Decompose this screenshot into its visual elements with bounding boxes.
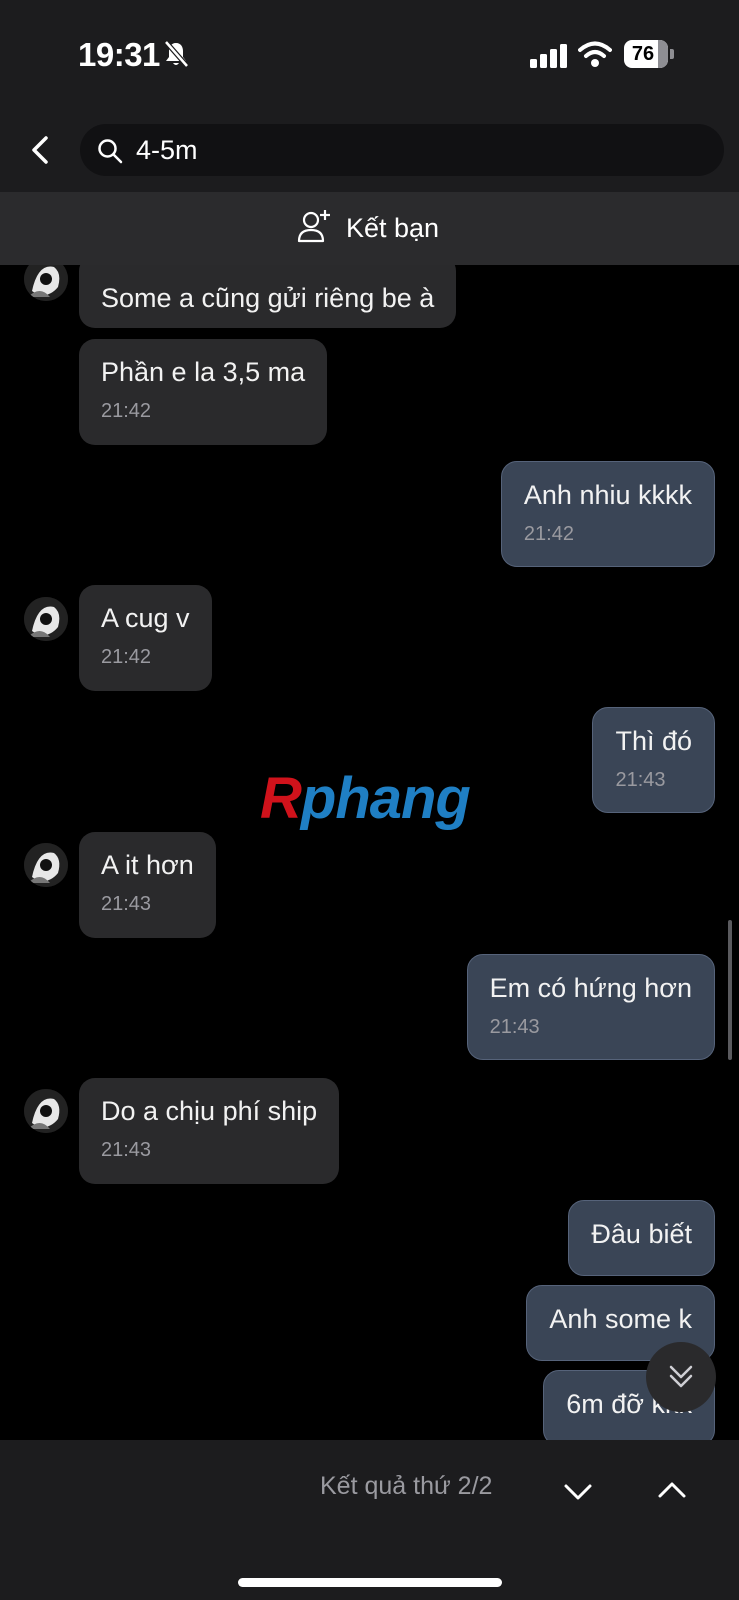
status-time: 19:31 bbox=[78, 36, 160, 73]
bell-slash-icon bbox=[163, 40, 189, 73]
message-time: 21:43 bbox=[615, 769, 666, 791]
chevron-down-icon bbox=[564, 1484, 592, 1500]
scrollbar[interactable] bbox=[728, 920, 732, 1060]
search-result-count: Kết quả thứ 2/2 bbox=[320, 1472, 493, 1500]
message-time: 21:42 bbox=[101, 400, 152, 422]
message-time: 21:43 bbox=[489, 1016, 540, 1038]
watermark-part1: R bbox=[260, 766, 302, 831]
search-input[interactable]: 4-5m bbox=[80, 124, 724, 176]
message-bubble[interactable]: A cug v 21:42 bbox=[79, 585, 212, 691]
message-bubble[interactable]: Em có hứng hơn 21:43 bbox=[466, 954, 715, 1060]
battery-icon: 76 bbox=[624, 40, 674, 68]
message-bubble[interactable]: Phần e la 3,5 ma 21:42 bbox=[79, 339, 328, 445]
message-text: Đâu biết bbox=[591, 1219, 692, 1249]
message-text: Thì đó bbox=[615, 726, 692, 756]
next-result-button[interactable] bbox=[558, 1472, 598, 1517]
search-icon bbox=[96, 137, 124, 170]
message-text: Phần e la 3,5 ma bbox=[101, 357, 306, 387]
chevron-up-icon bbox=[658, 1482, 686, 1498]
message-bubble[interactable]: Anh nhiu kkkk 21:42 bbox=[500, 461, 715, 567]
message-time: 21:42 bbox=[523, 523, 574, 545]
watermark-part2: phang bbox=[300, 766, 471, 831]
search-header: 4-5m bbox=[0, 110, 739, 192]
message-text: Em có hứng hơn bbox=[489, 973, 692, 1003]
message-bubble[interactable]: Đâu biết bbox=[568, 1200, 715, 1276]
wifi-icon bbox=[578, 40, 612, 73]
message-time: 21:43 bbox=[101, 1139, 152, 1161]
avatar[interactable] bbox=[24, 265, 68, 301]
add-friend-label: Kết bạn bbox=[346, 212, 440, 243]
message-bubble[interactable]: Thì đó 21:43 bbox=[592, 707, 715, 813]
message-bubble[interactable]: A it hơn 21:43 bbox=[79, 832, 216, 938]
add-friend-bar[interactable]: Kết bạn bbox=[0, 192, 739, 265]
message-time: 21:43 bbox=[101, 893, 152, 915]
home-indicator[interactable] bbox=[238, 1578, 502, 1587]
search-result-bar: Kết quả thứ 2/2 bbox=[0, 1440, 739, 1600]
message-text: Some a cũng gửi riêng be à bbox=[101, 283, 435, 313]
message-bubble[interactable]: Some a cũng gửi riêng be à bbox=[79, 265, 457, 328]
message-text: Do a chịu phí ship bbox=[101, 1096, 318, 1126]
add-person-icon bbox=[296, 208, 332, 249]
message-text: A cug v bbox=[101, 603, 190, 633]
battery-level: 76 bbox=[631, 43, 655, 65]
avatar[interactable] bbox=[24, 843, 68, 887]
chevron-left-icon bbox=[32, 136, 48, 164]
scroll-to-bottom-button[interactable] bbox=[646, 1342, 716, 1412]
avatar[interactable] bbox=[24, 597, 68, 641]
chat-messages[interactable]: Some a cũng gửi riêng be à Phần e la 3,5… bbox=[0, 265, 739, 1440]
message-text: A it hơn bbox=[101, 850, 194, 880]
watermark-logo: Rphang bbox=[260, 765, 471, 832]
message-text: Anh some k bbox=[549, 1304, 692, 1334]
back-button[interactable] bbox=[22, 130, 62, 170]
message-text: Anh nhiu kkkk bbox=[523, 480, 692, 510]
previous-result-button[interactable] bbox=[652, 1470, 692, 1515]
signal-icon bbox=[530, 44, 568, 73]
message-bubble[interactable]: Do a chịu phí ship 21:43 bbox=[79, 1078, 340, 1184]
status-bar: 19:31 76 bbox=[0, 0, 739, 110]
search-query-text: 4-5m bbox=[136, 135, 198, 165]
message-time: 21:42 bbox=[101, 646, 152, 668]
avatar[interactable] bbox=[24, 1089, 68, 1133]
double-chevron-down-icon bbox=[669, 1365, 693, 1388]
